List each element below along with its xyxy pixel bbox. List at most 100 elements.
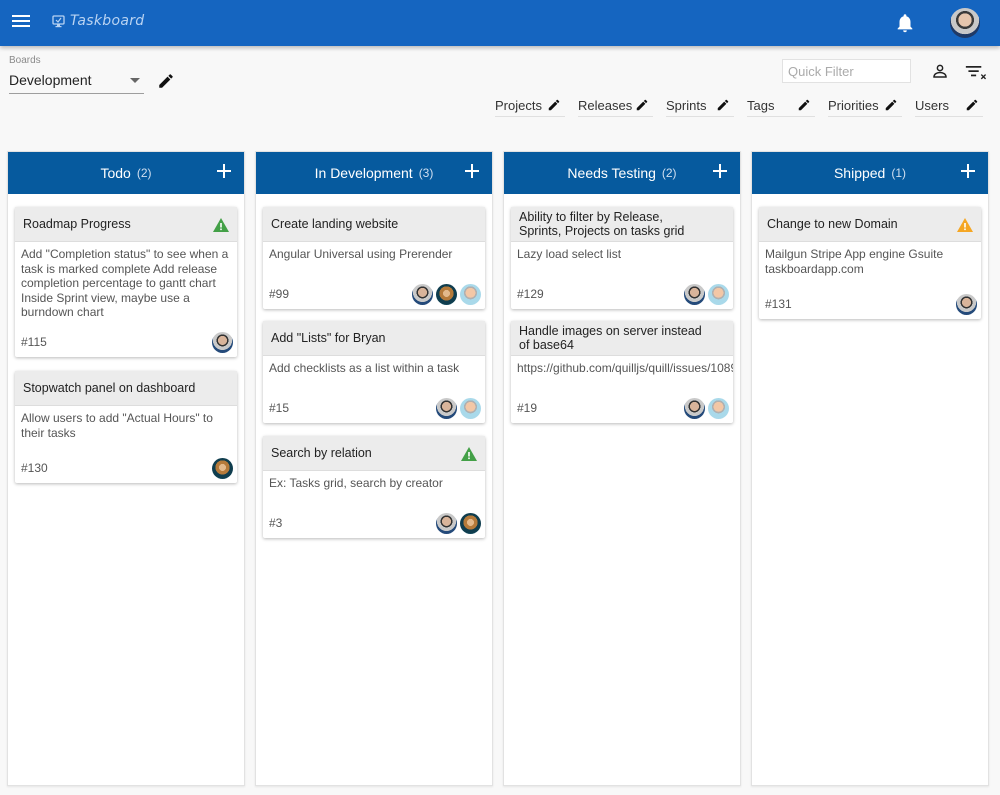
users-link[interactable]: Users <box>915 95 983 117</box>
task-number: #15 <box>269 401 290 415</box>
task-number: #99 <box>269 287 290 301</box>
task-description: Add checklists as a list within a task <box>269 361 460 375</box>
task-footer: #115 <box>15 327 237 357</box>
quick-filter-input[interactable] <box>782 59 911 83</box>
pencil-icon[interactable] <box>547 98 561 112</box>
add-task-icon[interactable] <box>464 163 480 179</box>
assignee-avatar[interactable] <box>684 284 705 305</box>
assignee-avatar[interactable] <box>956 294 977 315</box>
hamburger-menu-icon[interactable] <box>12 13 32 33</box>
task-card[interactable]: Add "Lists" for Bryan Add checklists as a… <box>263 321 485 423</box>
column-title: Shipped <box>833 165 886 181</box>
task-card[interactable]: Change to new Domain Mailgun Stripe App e… <box>759 207 981 319</box>
column-count: (3) <box>418 166 434 180</box>
task-description: Ex: Tasks grid, search by creator <box>269 476 443 490</box>
releases-label: Releases <box>578 98 633 113</box>
board-select[interactable]: Development <box>9 70 144 94</box>
assignee-avatar[interactable] <box>708 398 729 419</box>
projects-label: Projects <box>495 98 542 113</box>
tags-label: Tags <box>747 98 775 113</box>
pencil-icon[interactable] <box>884 98 898 112</box>
assignee-avatars <box>433 398 481 419</box>
pencil-icon[interactable] <box>716 98 730 112</box>
task-title: Search by relation <box>263 436 485 471</box>
task-description: Add "Completion status" to see when a ta… <box>21 247 229 319</box>
tags-link[interactable]: Tags <box>747 95 815 117</box>
pencil-icon[interactable] <box>635 98 649 112</box>
chevron-down-icon <box>130 78 140 83</box>
task-card[interactable]: Ability to filter by Release, Sprints, P… <box>511 207 733 309</box>
task-footer: #19 <box>511 393 733 423</box>
task-title: Stopwatch panel on dashboard <box>15 371 237 406</box>
column-header: In Development (3) <box>256 152 492 194</box>
pencil-icon[interactable] <box>965 98 979 112</box>
task-description: Mailgun Stripe App engine Gsuite taskboa… <box>765 247 944 276</box>
task-card[interactable]: Roadmap Progress Add "Completion status" … <box>15 207 237 357</box>
person-filter-icon[interactable] <box>931 62 949 80</box>
projects-link[interactable]: Projects <box>495 95 565 117</box>
sprints-link[interactable]: Sprints <box>666 95 734 117</box>
priority-warning-icon <box>213 218 229 232</box>
add-task-icon[interactable] <box>960 163 976 179</box>
assignee-avatar[interactable] <box>460 513 481 534</box>
assignee-avatar[interactable] <box>460 284 481 305</box>
add-task-icon[interactable] <box>712 163 728 179</box>
assignee-avatars <box>209 458 233 479</box>
clear-filter-icon[interactable] <box>965 63 989 81</box>
assignee-avatars <box>681 398 729 419</box>
releases-link[interactable]: Releases <box>578 95 653 117</box>
board-column: In Development (3) Create landing website A… <box>255 151 493 786</box>
task-description: https://github.com/quilljs/quill/issues/… <box>517 361 733 375</box>
users-label: Users <box>915 98 949 113</box>
assignee-avatars <box>433 513 481 534</box>
task-footer: #129 <box>511 279 733 309</box>
priority-warning-icon <box>461 447 477 461</box>
task-title: Add "Lists" for Bryan <box>263 321 485 356</box>
assignee-avatar[interactable] <box>436 513 457 534</box>
assignee-avatar[interactable] <box>436 284 457 305</box>
board-select-value: Development <box>9 72 92 88</box>
assignee-avatars <box>953 294 977 315</box>
column-header: Todo (2) <box>8 152 244 194</box>
assignee-avatars <box>681 284 729 305</box>
task-description: Allow users to add "Actual Hours" to the… <box>21 411 213 440</box>
task-number: #130 <box>21 461 48 475</box>
boards-label: Boards <box>9 55 41 66</box>
assignee-avatar[interactable] <box>212 332 233 353</box>
task-card[interactable]: Search by relation Ex: Tasks grid, search… <box>263 436 485 538</box>
app-title: Taskboard <box>70 13 145 29</box>
task-description: Lazy load select list <box>517 247 622 261</box>
assignee-avatars <box>409 284 481 305</box>
add-task-icon[interactable] <box>216 163 232 179</box>
task-number: #3 <box>269 516 283 530</box>
task-number: #115 <box>21 335 47 349</box>
priorities-label: Priorities <box>828 98 879 113</box>
task-card[interactable]: Handle images on server instead of base6… <box>511 321 733 423</box>
priority-warning-icon <box>957 218 973 232</box>
pencil-icon[interactable] <box>797 98 811 112</box>
task-card[interactable]: Stopwatch panel on dashboard Allow users … <box>15 371 237 483</box>
app-toolbar: Taskboard <box>0 0 1000 46</box>
task-footer: #130 <box>15 453 237 483</box>
assignee-avatar[interactable] <box>436 398 457 419</box>
app-logo[interactable]: Taskboard <box>52 13 144 29</box>
priorities-link[interactable]: Priorities <box>828 95 902 117</box>
assignee-avatar[interactable] <box>212 458 233 479</box>
task-title: Handle images on server instead of base6… <box>511 321 733 356</box>
column-title: Todo <box>100 165 131 181</box>
assignee-avatars <box>209 332 233 353</box>
task-number: #129 <box>517 287 544 301</box>
column-header: Shipped (1) <box>752 152 988 194</box>
task-title: Roadmap Progress <box>15 207 237 242</box>
task-card[interactable]: Create landing website Angular Universal … <box>263 207 485 309</box>
assignee-avatar[interactable] <box>684 398 705 419</box>
task-footer: #3 <box>263 508 485 538</box>
user-avatar[interactable] <box>950 8 980 38</box>
assignee-avatar[interactable] <box>412 284 433 305</box>
bell-icon[interactable] <box>894 12 916 34</box>
assignee-avatar[interactable] <box>460 398 481 419</box>
board-column: Shipped (1) Change to new Domain Mailgun St… <box>751 151 989 786</box>
task-number: #19 <box>517 401 538 415</box>
edit-board-pencil-icon[interactable] <box>157 72 175 90</box>
assignee-avatar[interactable] <box>708 284 729 305</box>
